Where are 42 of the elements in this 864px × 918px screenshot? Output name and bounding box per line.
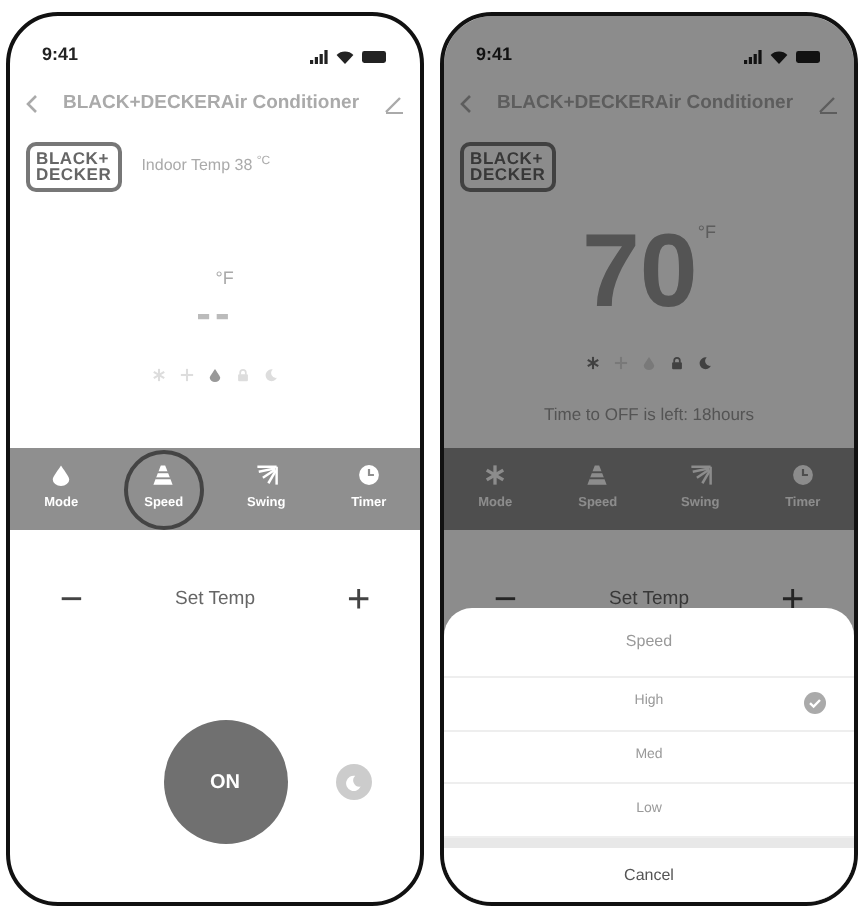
plus-button[interactable]: + bbox=[338, 580, 379, 620]
back-button[interactable] bbox=[26, 94, 38, 114]
check-icon bbox=[804, 691, 826, 714]
sheet-title: Speed bbox=[625, 629, 673, 654]
back-icon bbox=[460, 94, 472, 114]
edit-button[interactable] bbox=[817, 94, 838, 114]
temperature-unit: °F bbox=[215, 265, 234, 292]
edit-icon bbox=[383, 94, 404, 114]
power-button[interactable]: ON bbox=[163, 720, 287, 844]
battery-icon bbox=[796, 49, 822, 63]
clock-icon bbox=[791, 464, 814, 487]
device-title: BLACK+DECKERAir Conditioner bbox=[62, 89, 360, 118]
temperature-reading: 70 bbox=[582, 220, 698, 325]
cone-icon bbox=[586, 464, 609, 487]
signal-icon bbox=[310, 49, 328, 63]
edit-button[interactable] bbox=[383, 94, 404, 114]
brand-logo: BLACK+ DECKER bbox=[26, 141, 122, 191]
moon-icon bbox=[344, 773, 362, 791]
status-time: 9:41 bbox=[42, 42, 79, 69]
signal-icon bbox=[744, 49, 762, 63]
timer-text: Time to OFF is left: 18hours bbox=[543, 402, 755, 428]
swing-icon bbox=[255, 464, 278, 487]
clock-icon bbox=[357, 464, 380, 487]
back-button[interactable] bbox=[460, 94, 472, 114]
sleep-button[interactable] bbox=[335, 764, 371, 800]
temperature-reading: -- bbox=[196, 292, 234, 337]
wifi-icon bbox=[770, 49, 788, 63]
brand-logo: BLACK+ DECKER bbox=[460, 141, 556, 191]
back-icon bbox=[26, 94, 38, 114]
set-temp-label: Set Temp bbox=[609, 585, 689, 614]
drop-icon bbox=[50, 464, 73, 487]
minus-button[interactable]: − bbox=[51, 580, 92, 620]
status-time: 9:41 bbox=[476, 42, 513, 69]
cancel-button[interactable]: Cancel bbox=[444, 848, 854, 902]
edit-icon bbox=[817, 94, 838, 114]
wifi-icon bbox=[336, 49, 354, 63]
snowflake-icon bbox=[484, 464, 507, 487]
set-temp-label: Set Temp bbox=[175, 585, 255, 614]
swing-icon bbox=[689, 464, 712, 487]
battery-icon bbox=[362, 49, 388, 63]
indoor-temperature: Indoor Temp 38 $^{°C}$ bbox=[141, 154, 271, 178]
cone-icon bbox=[152, 464, 175, 487]
